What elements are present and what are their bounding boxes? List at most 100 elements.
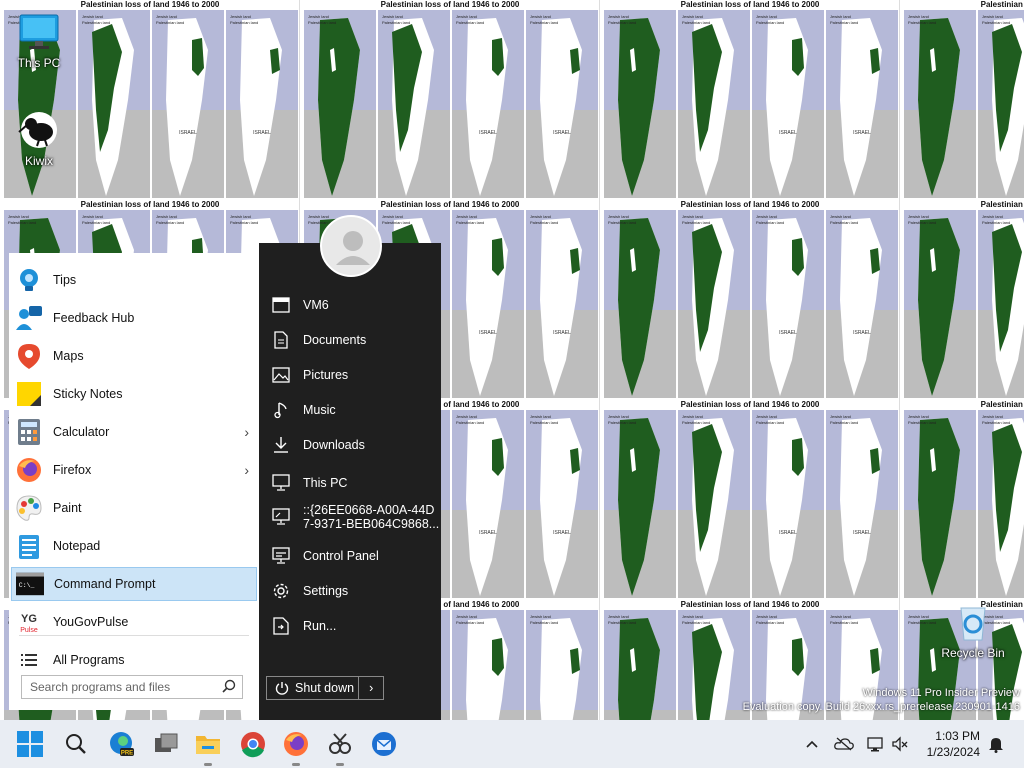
- legend-palestinian-land: Palestinian land: [982, 20, 1011, 25]
- legend-palestinian-land: Palestinian land: [456, 20, 485, 25]
- legend-jewish-land: Jewish land: [608, 614, 629, 619]
- chevron-right-icon[interactable]: ›: [244, 424, 249, 440]
- start-place-label: Music: [303, 403, 336, 417]
- wallpaper-map-panel: Jewish landPalestinian land: [678, 610, 750, 720]
- search-placeholder: Search programs and files: [30, 680, 171, 694]
- start-place-music[interactable]: Music: [271, 396, 441, 424]
- wallpaper-tile: Palestinian loss of land 1946 to 2000Jew…: [900, 0, 1024, 200]
- taskbar-edge-pre[interactable]: PRE: [106, 728, 138, 760]
- taskbar-search-button[interactable]: [60, 728, 92, 760]
- feedback-hub-icon: [15, 304, 43, 332]
- legend-palestinian-land: Palestinian land: [608, 620, 637, 625]
- start-place-this-pc[interactable]: This PC: [271, 469, 441, 497]
- snipping-tool-icon: [329, 733, 351, 754]
- legend-jewish-land: Jewish land: [308, 14, 329, 19]
- start-app-tips[interactable]: Tips: [11, 263, 257, 297]
- volume-muted-icon[interactable]: [890, 734, 910, 754]
- all-programs-button[interactable]: All Programs: [11, 643, 257, 677]
- clock-time: 1:03 PM: [935, 729, 980, 743]
- wallpaper-map-panel: Jewish landPalestinian land ISRAEL: [752, 10, 824, 198]
- kiwix-icon: [18, 112, 57, 148]
- user-avatar[interactable]: [320, 215, 382, 277]
- shutdown-button[interactable]: Shut down ›: [266, 676, 384, 700]
- wallpaper-map-panel: Jewish landPalestinian land: [378, 10, 450, 198]
- map-label: ISRAEL: [479, 530, 497, 536]
- start-place-control-panel[interactable]: Control Panel: [271, 542, 441, 570]
- desktop-icon-recycle-bin[interactable]: Recycle Bin: [938, 600, 1008, 660]
- command-prompt-icon: C:\_: [16, 570, 44, 598]
- legend-palestinian-land: Palestinian land: [830, 220, 859, 225]
- start-place-computer-link[interactable]: ::{26EE0668-A00A-44D 7-9371-BEB064C9868..…: [271, 499, 441, 535]
- wallpaper-map-panel: Jewish landPalestinian land: [678, 410, 750, 598]
- start-app-notepad[interactable]: Notepad: [11, 529, 257, 563]
- legend-jewish-land: Jewish land: [608, 214, 629, 219]
- taskbar-firefox[interactable]: [280, 728, 312, 766]
- start-place-label: This PC: [303, 476, 348, 490]
- start-app-paint[interactable]: Paint: [11, 491, 257, 525]
- notification-bell-icon[interactable]: [986, 734, 1006, 754]
- start-app-sticky-notes[interactable]: Sticky Notes: [11, 377, 257, 411]
- legend-jewish-land: Jewish land: [382, 14, 403, 19]
- legend-palestinian-land: Palestinian land: [756, 20, 785, 25]
- tray-overflow-chevron-icon[interactable]: [802, 734, 822, 754]
- start-place-pictures[interactable]: Pictures: [271, 361, 441, 389]
- start-place-user-folder[interactable]: VM6: [271, 291, 441, 319]
- firefox-icon: [15, 456, 43, 484]
- start-app-label: Feedback Hub: [53, 311, 135, 325]
- taskbar-task-view[interactable]: [150, 728, 182, 760]
- taskbar-chrome[interactable]: [237, 728, 269, 760]
- start-app-command-prompt[interactable]: C:\_ Command Prompt: [11, 567, 257, 601]
- taskbar-snipping-tool[interactable]: [324, 728, 356, 766]
- legend-jewish-land: Jewish land: [82, 214, 103, 219]
- legend-palestinian-land: Palestinian land: [982, 420, 1011, 425]
- start-app-calculator[interactable]: Calculator ›: [11, 415, 257, 449]
- legend-jewish-land: Jewish land: [530, 214, 551, 219]
- svg-text:PRE: PRE: [121, 751, 133, 757]
- legend-palestinian-land: Palestinian land: [82, 20, 111, 25]
- wallpaper-tile: Palestinian loss of land 1946 to 2000Jew…: [600, 200, 900, 400]
- wallpaper-tile-title: Palestinian loss of land 1946 to 2000: [380, 0, 520, 9]
- taskbar-thunderbird[interactable]: [368, 728, 400, 760]
- start-place-run[interactable]: Run...: [271, 612, 441, 640]
- network-icon[interactable]: [866, 734, 886, 754]
- taskbar-clock[interactable]: 1:03 PM 1/23/2024: [910, 728, 980, 760]
- watermark-line1: Windows 11 Pro Insider Preview: [862, 687, 1020, 699]
- calculator-icon: [15, 418, 43, 446]
- wallpaper-map-panel: Jewish landPalestinian land: [904, 210, 976, 398]
- onedrive-offline-icon[interactable]: [834, 734, 854, 754]
- legend-palestinian-land: Palestinian land: [8, 220, 37, 225]
- start-place-label: Settings: [303, 584, 349, 598]
- desktop-icon-this-pc[interactable]: This PC: [4, 10, 74, 70]
- wallpaper-map-panel: Jewish landPalestinian land: [604, 410, 676, 598]
- legend-palestinian-land: Palestinian land: [230, 220, 259, 225]
- start-app-maps[interactable]: Maps: [11, 339, 257, 373]
- legend-jewish-land: Jewish land: [530, 414, 551, 419]
- wallpaper-map-panel: Jewish landPalestinian land ISRAEL: [752, 210, 824, 398]
- all-programs-label: All Programs: [53, 653, 125, 667]
- legend-jewish-land: Jewish land: [908, 214, 929, 219]
- start-app-label: Calculator: [53, 425, 110, 439]
- start-app-label: Sticky Notes: [53, 387, 123, 401]
- start-place-downloads[interactable]: Downloads: [271, 431, 441, 459]
- wallpaper-tile-title: Palestinian loss of land 1946 to 2000: [380, 200, 520, 209]
- start-place-documents[interactable]: Documents: [271, 326, 441, 354]
- start-app-yougovpulse[interactable]: YG Pulse YouGovPulse: [11, 605, 257, 639]
- start-app-firefox[interactable]: Firefox ›: [11, 453, 257, 487]
- legend-jewish-land: Jewish land: [756, 414, 777, 419]
- taskbar-file-explorer[interactable]: [192, 728, 224, 766]
- legend-jewish-land: Jewish land: [82, 14, 103, 19]
- wallpaper-map-panel: Jewish landPalestinian land: [678, 10, 750, 198]
- start-app-feedback-hub[interactable]: Feedback Hub: [11, 301, 257, 335]
- windows-watermark: Windows 11 Pro Insider Preview Evaluatio…: [743, 686, 1020, 714]
- map-label: ISRAEL: [553, 330, 571, 336]
- start-place-settings-gear[interactable]: Settings: [271, 577, 441, 605]
- shutdown-options-chevron-icon[interactable]: ›: [359, 681, 383, 695]
- legend-palestinian-land: Palestinian land: [608, 220, 637, 225]
- legend-palestinian-land: Palestinian land: [530, 220, 559, 225]
- search-icon: [66, 734, 86, 754]
- search-input[interactable]: Search programs and files: [21, 675, 243, 699]
- legend-palestinian-land: Palestinian land: [530, 420, 559, 425]
- desktop-icon-kiwix[interactable]: Kiwix: [4, 108, 74, 168]
- chevron-right-icon[interactable]: ›: [244, 462, 249, 478]
- start-button[interactable]: [14, 728, 46, 760]
